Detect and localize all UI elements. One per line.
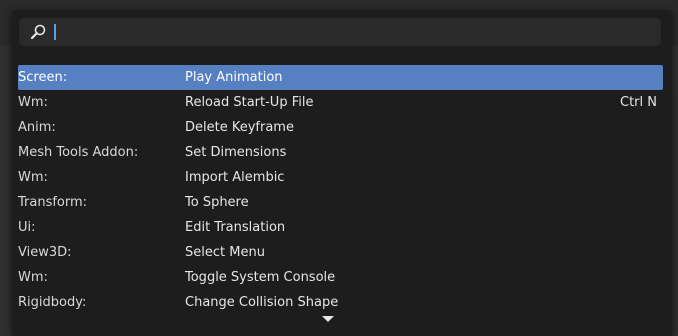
result-category: Screen: (18, 70, 68, 85)
result-category: Anim: (18, 120, 56, 135)
result-category: Mesh Tools Addon: (18, 145, 139, 160)
scroll-down-arrow-icon[interactable] (322, 316, 334, 322)
text-caret (54, 24, 56, 40)
result-row[interactable]: Anim: Delete Keyframe (18, 115, 663, 140)
result-operator: Delete Keyframe (185, 120, 294, 135)
result-operator: Edit Translation (185, 220, 286, 235)
result-row[interactable]: Rigidbody: Change Collision Shape (18, 290, 663, 315)
result-shortcut: Ctrl N (620, 95, 657, 110)
result-category: View3D: (18, 245, 72, 260)
result-category: Rigidbody: (18, 295, 87, 310)
result-row[interactable]: Transform: To Sphere (18, 190, 663, 215)
result-operator: Toggle System Console (185, 270, 336, 285)
result-row[interactable]: View3D: Select Menu (18, 240, 663, 265)
result-row[interactable]: Screen: Play Animation (18, 65, 663, 90)
magnifier-icon (30, 24, 46, 40)
result-row[interactable]: Ui: Edit Translation (18, 215, 663, 240)
search-box[interactable] (19, 18, 661, 46)
search-input[interactable] (59, 22, 649, 42)
operator-search-popup: Screen: Play Animation Wm: Reload Start-… (12, 10, 672, 336)
result-category: Transform: (18, 195, 88, 210)
result-row[interactable]: Wm: Toggle System Console (18, 265, 663, 290)
search-results-list: Screen: Play Animation Wm: Reload Start-… (18, 65, 663, 315)
result-operator: Set Dimensions (185, 145, 287, 160)
result-operator: Reload Start-Up File (185, 95, 314, 110)
result-row[interactable]: Wm: Reload Start-Up File Ctrl N (18, 90, 663, 115)
result-operator: Import Alembic (185, 170, 285, 185)
result-operator: Play Animation (185, 70, 283, 85)
result-operator: Change Collision Shape (185, 295, 339, 310)
result-category: Wm: (18, 170, 48, 185)
result-row[interactable]: Wm: Import Alembic (18, 165, 663, 190)
result-category: Wm: (18, 95, 48, 110)
result-operator: To Sphere (185, 195, 249, 210)
result-operator: Select Menu (185, 245, 265, 260)
result-row[interactable]: Mesh Tools Addon: Set Dimensions (18, 140, 663, 165)
result-category: Wm: (18, 270, 48, 285)
result-category: Ui: (18, 220, 36, 235)
